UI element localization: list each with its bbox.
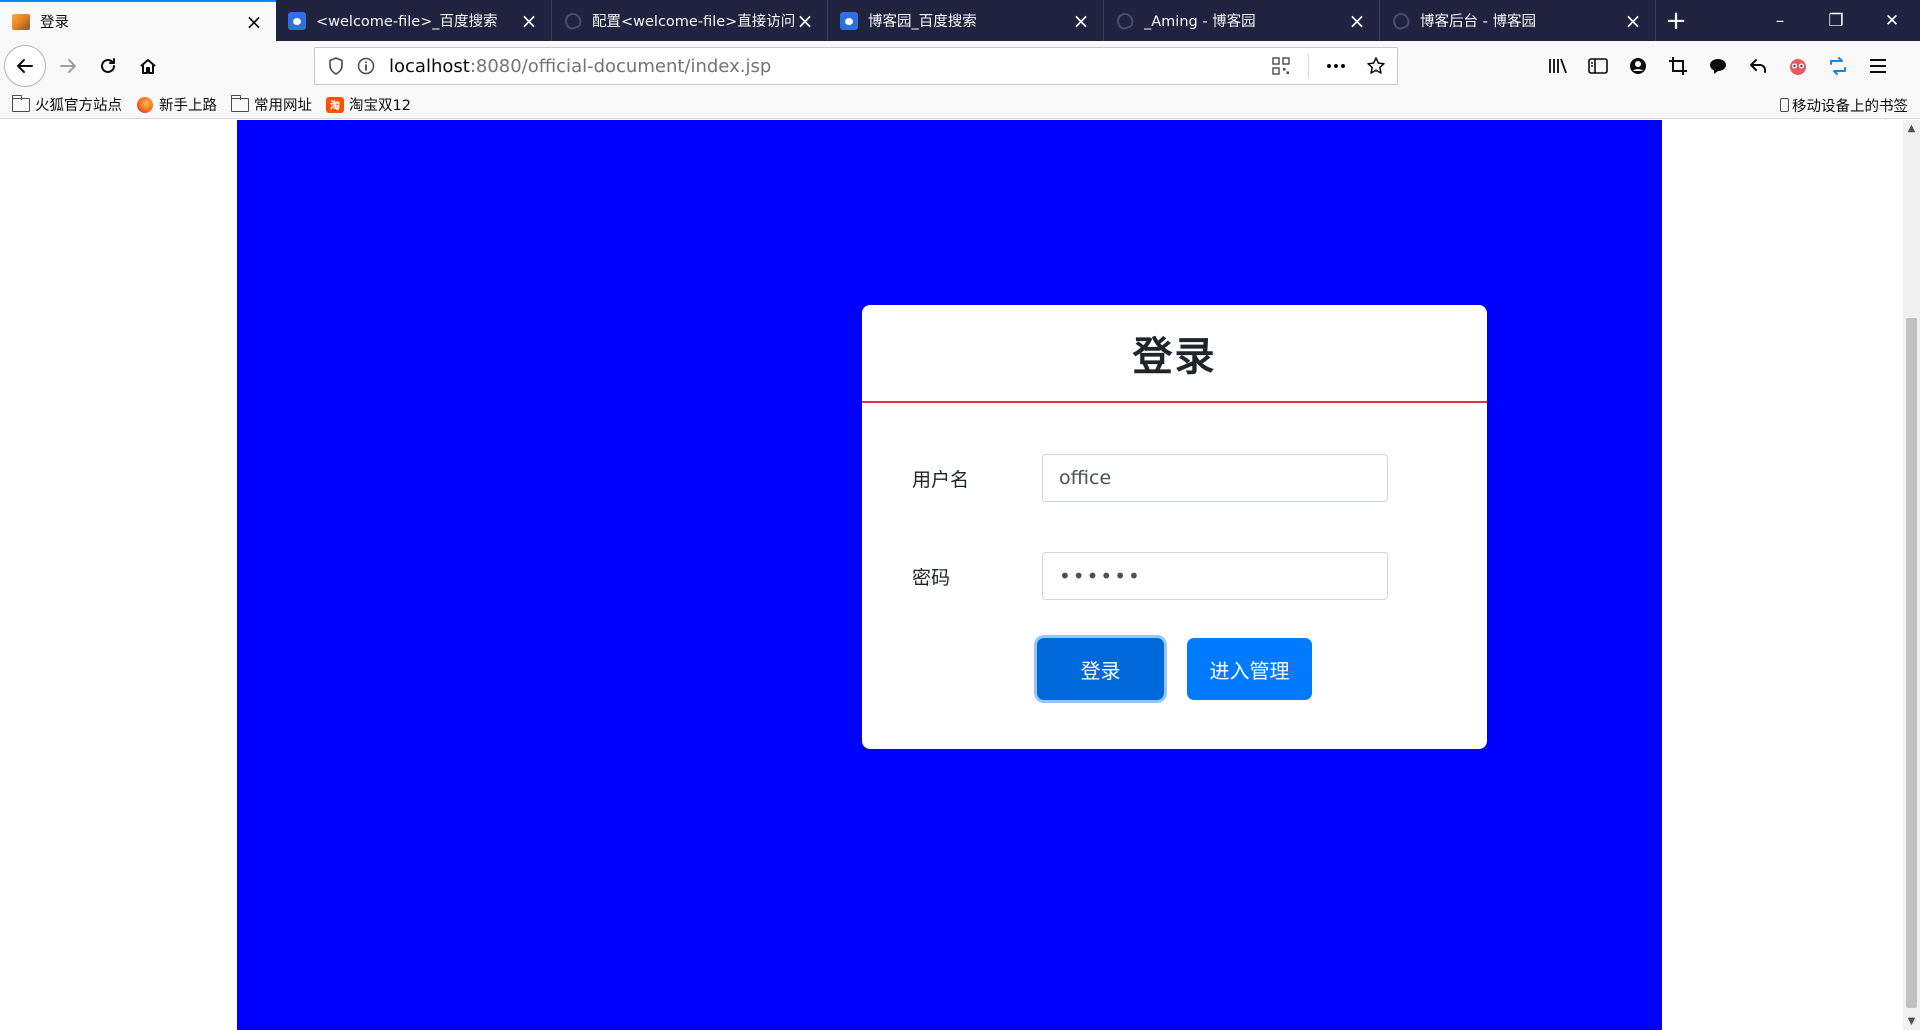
- password-input[interactable]: [1042, 552, 1388, 600]
- close-window-button[interactable]: ✕: [1864, 0, 1920, 41]
- more-actions-icon[interactable]: [1323, 53, 1349, 79]
- vertical-scrollbar[interactable]: ▲ ▼: [1903, 120, 1920, 1030]
- navigation-toolbar: localhost:8080/official-document/index.j…: [0, 41, 1920, 91]
- tab-login[interactable]: 登录 ×: [0, 0, 276, 41]
- bookmark-taobao[interactable]: 淘 淘宝双12: [326, 94, 411, 115]
- mobile-bookmarks[interactable]: 移动设备上的书签: [1780, 91, 1908, 119]
- window-controls: – ❐ ✕: [1752, 0, 1920, 41]
- scroll-up-arrow-icon[interactable]: ▲: [1903, 120, 1920, 137]
- folder-icon: [11, 94, 30, 113]
- enter-admin-button[interactable]: 进入管理: [1187, 638, 1312, 700]
- sync-icon[interactable]: [1826, 54, 1850, 78]
- tab-title: <welcome-file>_百度搜索: [316, 14, 498, 30]
- arrow-right-icon: [60, 59, 76, 73]
- url-actions: [1268, 53, 1389, 79]
- bookmark-getting-started[interactable]: 新手上路: [136, 94, 217, 115]
- restore-button[interactable]: ❐: [1808, 0, 1864, 41]
- cnblogs-icon: [1390, 10, 1412, 31]
- hamburger-menu-icon[interactable]: [1866, 54, 1890, 78]
- close-icon[interactable]: ×: [519, 11, 539, 31]
- url-divider: [1308, 54, 1309, 78]
- bookmark-label: 新手上路: [159, 98, 217, 114]
- login-page-icon: [12, 13, 30, 31]
- tab-title: 博客后台 - 博客园: [1420, 14, 1536, 30]
- baidu-paw-icon: [288, 11, 306, 30]
- home-button[interactable]: [128, 46, 168, 86]
- sidebar-icon[interactable]: [1586, 54, 1610, 78]
- close-icon[interactable]: ×: [1071, 11, 1091, 31]
- forward-button[interactable]: [48, 46, 88, 86]
- close-icon[interactable]: ×: [795, 11, 815, 31]
- tab-cnblogs-baidu[interactable]: 博客园_百度搜索 ×: [828, 0, 1104, 41]
- url-bar[interactable]: localhost:8080/official-document/index.j…: [314, 47, 1398, 85]
- username-row: 用户名: [862, 454, 1487, 502]
- mobile-bookmarks-label: 移动设备上的书签: [1792, 98, 1908, 115]
- chat-icon[interactable]: [1706, 54, 1730, 78]
- toolbar-right: [1546, 41, 1890, 91]
- login-card: 登录 用户名 密码 登录 进入管理: [862, 305, 1487, 749]
- scrollbar-thumb[interactable]: [1906, 318, 1917, 1008]
- bookmark-star-icon[interactable]: [1363, 53, 1389, 79]
- account-icon[interactable]: [1626, 54, 1650, 78]
- arrow-left-icon: [17, 59, 33, 73]
- login-title: 登录: [1132, 334, 1217, 380]
- mobile-phone-icon: [1780, 98, 1789, 112]
- tab-title: 博客园_百度搜索: [868, 14, 977, 30]
- bookmark-label: 常用网址: [254, 98, 312, 114]
- baidu-paw-icon: [840, 11, 858, 30]
- url-host: localhost: [389, 55, 470, 77]
- new-tab-button[interactable]: +: [1656, 0, 1696, 41]
- minimize-button[interactable]: –: [1752, 0, 1808, 41]
- password-row: 密码: [862, 552, 1487, 600]
- shield-icon[interactable]: [323, 53, 349, 79]
- url-path: :8080/official-document/index.jsp: [469, 55, 772, 77]
- library-icon[interactable]: [1546, 54, 1570, 78]
- cnblogs-icon: [1114, 10, 1136, 31]
- password-label: 密码: [912, 566, 951, 589]
- url-text: localhost:8080/official-document/index.j…: [389, 56, 1268, 77]
- close-icon[interactable]: ×: [1347, 11, 1367, 31]
- username-input[interactable]: [1042, 454, 1388, 502]
- tab-title: _Aming - 博客园: [1144, 14, 1256, 30]
- cnblogs-icon: [562, 10, 584, 31]
- close-icon[interactable]: ×: [1623, 11, 1643, 31]
- qr-code-icon[interactable]: [1268, 53, 1294, 79]
- tab-aming-cnblogs[interactable]: _Aming - 博客园 ×: [1104, 0, 1380, 41]
- tab-title: 配置<welcome-file>直接访问: [592, 14, 795, 30]
- crop-screenshot-icon[interactable]: [1666, 54, 1690, 78]
- tab-blog-admin[interactable]: 博客后台 - 博客园 ×: [1380, 0, 1656, 41]
- folder-icon: [230, 94, 249, 113]
- tab-title: 登录: [40, 15, 69, 31]
- taobao-icon: 淘: [326, 96, 344, 113]
- bookmark-label: 淘宝双12: [349, 98, 411, 114]
- undo-icon[interactable]: [1746, 54, 1770, 78]
- reload-button[interactable]: [88, 46, 128, 86]
- home-icon: [140, 59, 156, 74]
- tab-welcome-file-baidu[interactable]: <welcome-file>_百度搜索 ×: [276, 0, 552, 41]
- bookmark-common-sites[interactable]: 常用网址: [230, 94, 312, 115]
- page-viewport: 登录 用户名 密码 登录 进入管理: [0, 120, 1903, 1030]
- tab-strip: 登录 × <welcome-file>_百度搜索 × 配置<welcome-fi…: [0, 0, 1920, 41]
- firefox-icon: [136, 96, 154, 113]
- bookmark-firefox-official[interactable]: 火狐官方站点: [11, 94, 122, 115]
- back-button[interactable]: [4, 45, 46, 87]
- username-label: 用户名: [912, 468, 970, 491]
- login-button[interactable]: 登录: [1037, 638, 1164, 700]
- extension-mask-icon[interactable]: [1786, 54, 1810, 78]
- info-icon[interactable]: [353, 53, 379, 79]
- plus-icon: +: [1665, 5, 1687, 36]
- reload-icon: [101, 58, 115, 73]
- login-card-header: 登录: [862, 305, 1487, 403]
- bookmarks-bar: 火狐官方站点 新手上路 常用网址 淘 淘宝双12 移动设备上的书签: [0, 91, 1920, 119]
- tab-config-welcome-file[interactable]: 配置<welcome-file>直接访问 ×: [552, 0, 828, 41]
- scroll-down-arrow-icon[interactable]: ▼: [1903, 1013, 1920, 1030]
- close-icon[interactable]: ×: [244, 12, 264, 32]
- bookmark-label: 火狐官方站点: [35, 98, 122, 114]
